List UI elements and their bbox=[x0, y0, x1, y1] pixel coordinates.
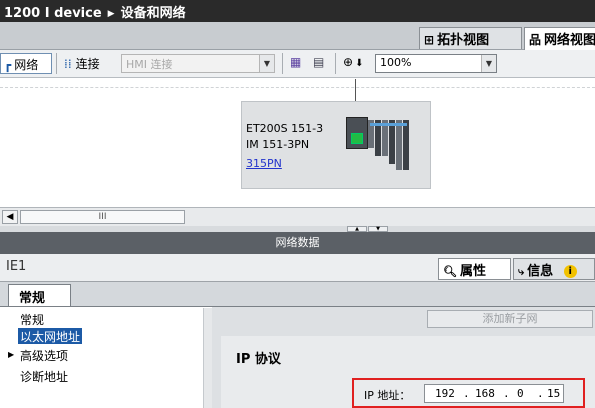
breadcrumb-device[interactable]: 1200 I device bbox=[4, 6, 102, 21]
status-led-icon bbox=[351, 133, 363, 144]
toolbar-divider bbox=[335, 53, 336, 74]
breadcrumb-section[interactable]: 设备和网络 bbox=[121, 6, 186, 21]
properties-icon: 🔍︎ bbox=[443, 265, 457, 278]
device-name: ET200S 151-3 bbox=[246, 122, 324, 135]
ip-dot: . bbox=[503, 387, 510, 400]
tab-info[interactable]: ⤷ 信息 i bbox=[513, 258, 595, 280]
address-icon: ▦ bbox=[290, 55, 302, 69]
network-button-label: 网络 bbox=[14, 58, 39, 72]
inspector-object-name: IE1 bbox=[6, 259, 27, 274]
ip-dot: . bbox=[537, 387, 544, 400]
download-arrow-icon: ⬇ bbox=[355, 58, 364, 69]
zoom-icon: ⊕ bbox=[343, 55, 354, 69]
ip-address-field[interactable]: 192 . 168 . 0 . 15 bbox=[424, 384, 564, 403]
nav-item-ethernet-address[interactable]: 以太网地址 bbox=[18, 328, 83, 344]
tab-properties-label: 属性 bbox=[459, 264, 486, 279]
horizontal-scrollbar[interactable]: ◀ III bbox=[0, 207, 595, 226]
breadcrumb-arrow-icon: ▶ bbox=[107, 9, 115, 19]
device-module: IM 151-3PN bbox=[246, 138, 310, 151]
toolbar: ┏ 网络 ⁞⁞ 连接 HMI 连接 ▼ ▦ ▤ ⊕ ⬇ 100% ▼ bbox=[0, 50, 595, 78]
tab-properties[interactable]: 🔍︎ 属性 bbox=[438, 258, 511, 280]
device-link[interactable]: 315PN bbox=[246, 157, 282, 170]
tab-network-view[interactable]: 品网络视图 bbox=[524, 27, 595, 50]
network-data-bar[interactable]: 网络数据 bbox=[0, 232, 595, 254]
nav-scrollbar[interactable] bbox=[203, 308, 212, 408]
scroll-thumb[interactable]: III bbox=[20, 210, 185, 224]
ip-octet-1[interactable]: 192 bbox=[435, 385, 455, 402]
scroll-left-icon[interactable]: ◀ bbox=[2, 210, 18, 224]
tab-topology-view[interactable]: ⊞ 拓扑视图 bbox=[419, 27, 522, 49]
network-button[interactable]: ┏ 网络 bbox=[0, 53, 52, 74]
tab-general[interactable]: 常规 bbox=[8, 284, 71, 306]
connect-button-label: 连接 bbox=[75, 57, 100, 71]
table-view-button[interactable]: ▤ bbox=[310, 53, 332, 74]
ip-address-highlight: IP 地址： 192 . 168 . 0 . 15 bbox=[352, 378, 585, 408]
nav-item-diagnostic-address[interactable]: 诊断地址 bbox=[18, 368, 70, 384]
ip-dot: . bbox=[463, 387, 470, 400]
ip-protocol-heading: IP 协议 bbox=[236, 352, 281, 367]
info-icon: i bbox=[563, 265, 577, 278]
view-tab-bar: ⊞ 拓扑视图 品网络视图 bbox=[0, 22, 595, 50]
device-et200s[interactable]: ET200S 151-3 IM 151-3PN 315PN bbox=[241, 101, 431, 189]
ip-octet-4[interactable]: 15 bbox=[547, 385, 560, 402]
add-subnet-button[interactable]: 添加新子网 bbox=[427, 310, 593, 328]
network-view-icon: 品 bbox=[529, 33, 542, 47]
hmi-connection-select[interactable]: HMI 连接 ▼ bbox=[121, 54, 275, 73]
topology-icon: ⊞ bbox=[424, 33, 435, 47]
show-address-button[interactable]: ▦ bbox=[287, 53, 309, 74]
network-canvas[interactable]: ET200S 151-3 IM 151-3PN 315PN bbox=[0, 79, 595, 207]
head-module bbox=[346, 117, 368, 149]
connect-icon: ⁞⁞ bbox=[64, 57, 72, 71]
chevron-down-icon: ▼ bbox=[259, 55, 274, 72]
zoom-select[interactable]: 100% ▼ bbox=[375, 54, 497, 73]
ip-octet-3[interactable]: 0 bbox=[517, 385, 524, 402]
ip-address-label: IP 地址： bbox=[364, 389, 411, 402]
toolbar-divider bbox=[56, 53, 57, 74]
zoom-button[interactable]: ⊕ ⬇ bbox=[340, 53, 376, 74]
zoom-value: 100% bbox=[380, 56, 412, 69]
inspector-header: IE1 🔍︎ 属性 ⤷ 信息 i bbox=[0, 254, 595, 282]
table-icon: ▤ bbox=[313, 55, 325, 69]
tab-network-label: 网络视图 bbox=[544, 33, 595, 48]
nav-item-general[interactable]: 常规 bbox=[18, 311, 46, 327]
nav-item-advanced-options[interactable]: 高级选项 bbox=[18, 347, 70, 363]
tab-info-label: 信息 bbox=[527, 264, 554, 279]
title-bar: 1200 I device ▶ 设备和网络 bbox=[0, 0, 595, 22]
chevron-down-icon: ▼ bbox=[481, 55, 496, 72]
connect-button[interactable]: ⁞⁞ 连接 bbox=[61, 53, 117, 74]
hmi-connection-value: HMI 连接 bbox=[126, 58, 173, 71]
info-chart-icon: ⤷ bbox=[518, 265, 525, 278]
canvas-grid-line bbox=[0, 87, 595, 88]
toolbar-divider bbox=[282, 53, 283, 74]
ip-protocol-section: IP 协议 IP 地址： 192 . 168 . 0 . 15 bbox=[221, 336, 595, 408]
network-icon: ┏ bbox=[4, 58, 12, 72]
io-modules-icon bbox=[368, 120, 413, 170]
expand-arrow-icon[interactable]: ▶ bbox=[8, 350, 14, 359]
tab-topology-label: 拓扑视图 bbox=[437, 33, 490, 48]
property-nav: 常规 以太网地址 ▶ 高级选项 诊断地址 bbox=[0, 306, 212, 408]
inspector-subtab-bar: 常规 bbox=[0, 282, 595, 306]
ip-octet-2[interactable]: 168 bbox=[475, 385, 495, 402]
